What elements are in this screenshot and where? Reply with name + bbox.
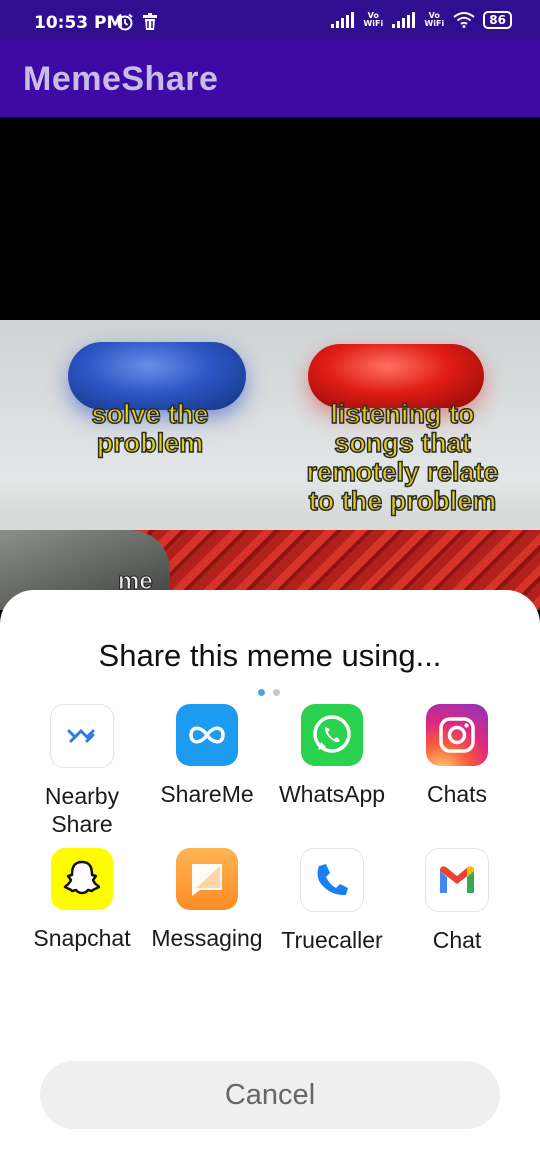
meme-caption-left: solve the problem xyxy=(91,399,210,459)
trash-icon xyxy=(143,13,157,30)
whatsapp-icon xyxy=(301,704,363,766)
share-target-instagram-chats[interactable]: Chats xyxy=(392,704,522,808)
share-sheet-title: Share this meme using... xyxy=(98,638,442,673)
alarm-icon xyxy=(117,13,133,31)
app-label: WhatsApp xyxy=(278,781,386,807)
share-target-shareme[interactable]: ShareMe xyxy=(142,704,272,808)
gmail-icon xyxy=(425,848,489,912)
share-target-whatsapp[interactable]: WhatsApp xyxy=(267,704,397,808)
truecaller-icon xyxy=(300,848,364,912)
app-label: Nearby Share xyxy=(44,783,120,837)
status-bar: 10:53 PM Vo WiFi Vo WiFi 86 xyxy=(0,0,540,44)
page-dot xyxy=(273,689,280,696)
signal-1-icon xyxy=(331,12,355,28)
app-label: Truecaller xyxy=(281,927,383,953)
meme-caption-right: listening to songs that remotely relate … xyxy=(306,399,500,517)
shareme-icon xyxy=(176,704,238,766)
volte-wifi-2-label: Vo WiFi xyxy=(424,11,445,28)
app-label: Chats xyxy=(426,781,488,807)
share-target-snapchat[interactable]: Snapchat xyxy=(17,848,147,952)
page-indicator xyxy=(258,689,280,696)
app-label: Snapchat xyxy=(33,925,131,951)
status-time: 10:53 PM xyxy=(34,13,124,33)
volte-wifi-1-label: Vo WiFi xyxy=(363,11,384,28)
app-bar: MemeShare xyxy=(0,40,540,117)
share-target-truecaller[interactable]: Truecaller xyxy=(267,848,397,954)
app-label: Messaging xyxy=(151,925,263,951)
meme-image: solve the problem listening to songs tha… xyxy=(0,320,540,610)
signal-2-icon xyxy=(392,12,416,28)
meme-image-top xyxy=(0,117,540,320)
battery-level: 86 xyxy=(483,11,512,29)
nearby-share-icon xyxy=(50,704,114,768)
snapchat-icon xyxy=(51,848,113,910)
instagram-icon xyxy=(426,704,488,766)
app-label: ShareMe xyxy=(160,781,254,807)
wifi-icon xyxy=(453,12,475,28)
app-title: MemeShare xyxy=(23,60,219,98)
app-label: Chat xyxy=(432,927,482,953)
share-target-nearby-share[interactable]: Nearby Share xyxy=(17,704,147,838)
share-target-messaging[interactable]: Messaging xyxy=(142,848,272,952)
page-dot-active xyxy=(258,689,265,696)
share-target-gmail-chat[interactable]: Chat xyxy=(392,848,522,954)
messaging-icon xyxy=(176,848,238,910)
cancel-button[interactable]: Cancel xyxy=(40,1061,500,1129)
